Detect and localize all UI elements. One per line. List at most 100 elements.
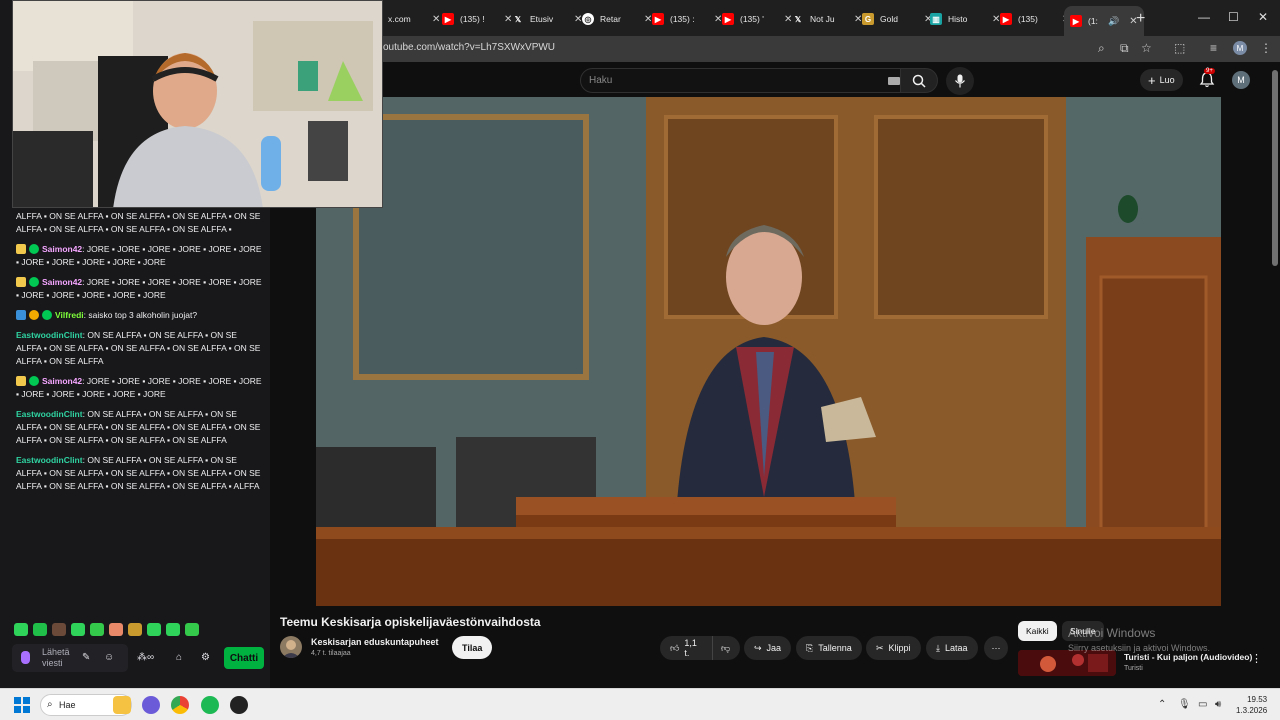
network-icon[interactable]: ▭ bbox=[1198, 699, 1207, 710]
share-button[interactable]: ↪ Jaa bbox=[744, 636, 792, 660]
taskbar-search-label: Hae bbox=[59, 700, 76, 710]
tab-10-active[interactable]: ▶ (1: 🔊 ✕ bbox=[1064, 6, 1144, 36]
chat-message-input[interactable]: Lähetä viesti ✎ ☺ bbox=[12, 644, 128, 672]
tab-6[interactable]: 𝕏 Not Ju ✕ bbox=[792, 8, 863, 30]
new-tab-button[interactable]: + bbox=[1136, 10, 1145, 28]
emoji-icon[interactable]: ☺ bbox=[104, 652, 114, 663]
keyboard-icon[interactable] bbox=[888, 77, 900, 85]
search-icon: ⌕ bbox=[47, 699, 53, 710]
emote-icon[interactable] bbox=[128, 623, 142, 636]
bits-icon[interactable] bbox=[21, 651, 30, 664]
channel-name[interactable]: Keskisarjan eduskuntapuheet bbox=[311, 637, 439, 647]
system-clock[interactable]: 19.53 1.3.2026 bbox=[1236, 694, 1267, 716]
chat-send-button[interactable]: Chatti bbox=[224, 647, 264, 669]
recommended-thumbnail[interactable] bbox=[1018, 650, 1116, 676]
subscriber-count: 4,7 t. tilaajaa bbox=[311, 650, 351, 657]
recommended-menu-icon[interactable]: ⋮ bbox=[1251, 652, 1262, 665]
maximize-icon[interactable]: ☐ bbox=[1228, 10, 1239, 24]
emote-icon[interactable] bbox=[52, 623, 66, 636]
more-actions-button[interactable]: ⋯ bbox=[984, 636, 1008, 660]
save-button[interactable]: ⎘ Tallenna bbox=[796, 636, 862, 660]
emote-icon[interactable] bbox=[147, 623, 161, 636]
chip-all[interactable]: Kaikki bbox=[1018, 621, 1057, 641]
tab-3[interactable]: ◎ Retar ✕ bbox=[582, 8, 652, 30]
chat-username[interactable]: EastwoodinClint bbox=[16, 330, 83, 340]
bookmark-star-icon[interactable]: ☆ bbox=[1141, 41, 1152, 55]
windows-start-icon[interactable] bbox=[14, 697, 30, 713]
browser-profile-avatar[interactable]: M bbox=[1233, 41, 1247, 55]
search-input[interactable]: Haku bbox=[580, 68, 907, 93]
spotify-icon[interactable] bbox=[201, 696, 219, 714]
channel-avatar[interactable] bbox=[280, 636, 302, 658]
subscribe-button[interactable]: Tilaa bbox=[452, 636, 493, 659]
emote-icon[interactable] bbox=[14, 623, 28, 636]
zoom-icon[interactable]: ⌕ bbox=[1098, 41, 1105, 56]
tab-label: (135) bbox=[1018, 14, 1038, 24]
store-icon[interactable]: ⌂ bbox=[176, 652, 182, 663]
file-explorer-icon[interactable] bbox=[113, 696, 131, 714]
youtube-icon: ▶ bbox=[652, 13, 664, 25]
clock-date: 1.3.2026 bbox=[1236, 706, 1268, 715]
emote-icon[interactable] bbox=[71, 623, 85, 636]
chat-username[interactable]: Saimon42 bbox=[42, 244, 82, 254]
channel-points-icon[interactable]: ⁂∞ bbox=[137, 652, 154, 663]
tab-5[interactable]: ▶ (135) ' ✕ bbox=[722, 8, 792, 30]
voice-search-button[interactable] bbox=[946, 67, 974, 95]
search-placeholder: Haku bbox=[589, 75, 613, 86]
tab-0[interactable]: x.com ✕ bbox=[388, 8, 440, 30]
clock-time: 19.53 bbox=[1247, 695, 1268, 704]
minimize-icon[interactable]: — bbox=[1198, 10, 1210, 24]
emote-icon[interactable] bbox=[109, 623, 123, 636]
tab-2[interactable]: 𝕏 Etusiv ✕ bbox=[512, 8, 583, 30]
tab-7[interactable]: G Gold ✕ bbox=[862, 8, 932, 30]
clip-label: Klippi bbox=[888, 643, 911, 653]
chat-username[interactable]: EastwoodinClint bbox=[16, 455, 83, 465]
extensions-icon[interactable]: ⬚ bbox=[1174, 41, 1185, 55]
tab-label: (135) ' bbox=[740, 14, 764, 24]
microphone-tray-icon[interactable]: 🎙︎ bbox=[1178, 699, 1191, 710]
search-button[interactable] bbox=[900, 68, 938, 93]
emote-bar bbox=[14, 623, 199, 636]
scrollbar-thumb[interactable] bbox=[1272, 70, 1278, 266]
volume-icon[interactable]: 🔊︎ bbox=[1215, 699, 1221, 710]
speaker-icon[interactable]: 🔊 bbox=[1108, 16, 1119, 27]
show-hidden-icons-icon[interactable]: ⌃ bbox=[1158, 699, 1166, 710]
tab-4[interactable]: ▶ (135) : ✕ bbox=[652, 8, 722, 30]
tab-label: Etusiv bbox=[530, 14, 554, 24]
dislike-button[interactable]: 👎︎ bbox=[712, 636, 740, 660]
media-control-icon[interactable]: ≡ bbox=[1210, 41, 1217, 55]
translate-icon[interactable]: ✎ bbox=[82, 652, 90, 663]
settings-gear-icon[interactable]: ⚙ bbox=[201, 652, 210, 663]
browser-menu-icon[interactable]: ⋮ bbox=[1260, 41, 1272, 55]
emote-icon[interactable] bbox=[166, 623, 180, 636]
windows-activation-title: Aktivoi Windows bbox=[1068, 626, 1156, 640]
discord-icon[interactable] bbox=[142, 696, 160, 714]
emote-icon[interactable] bbox=[185, 623, 199, 636]
emote-icon[interactable] bbox=[33, 623, 47, 636]
tab-8[interactable]: ▥ Histo ✕ bbox=[930, 8, 1000, 30]
like-button[interactable]: 👍︎ 1,1 t. bbox=[660, 636, 712, 660]
chat-message: Vilfredi: saisko top 3 alkoholin juojat? bbox=[16, 309, 262, 322]
chat-username[interactable]: Vilfredi bbox=[55, 310, 84, 320]
video-title: Teemu Keskisarja opiskelijaväestönvaihdo… bbox=[280, 615, 541, 629]
create-button[interactable]: + Luo bbox=[1140, 69, 1183, 91]
chat-username[interactable]: EastwoodinClint bbox=[16, 409, 83, 419]
chat-username[interactable]: Saimon42 bbox=[42, 277, 82, 287]
install-icon[interactable]: ⧉ bbox=[1120, 41, 1129, 56]
chrome-icon[interactable] bbox=[171, 696, 189, 714]
share-label: Jaa bbox=[766, 643, 782, 653]
recommended-title[interactable]: Turisti - Kui paljon (Audiovideo) bbox=[1124, 652, 1252, 662]
youtube-account-avatar[interactable]: M bbox=[1232, 71, 1250, 89]
close-icon[interactable]: ✕ bbox=[432, 14, 440, 25]
crown-badge-icon bbox=[16, 376, 26, 386]
download-button[interactable]: ⤓ Lataa bbox=[926, 636, 978, 660]
url-field[interactable]: outube.com/watch?v=Lh7SXWxVPWU bbox=[383, 42, 555, 53]
close-window-icon[interactable]: ✕ bbox=[1258, 10, 1268, 24]
clip-button[interactable]: ✂ Klippi bbox=[866, 636, 921, 660]
obs-icon[interactable] bbox=[230, 696, 248, 714]
video-player[interactable] bbox=[316, 97, 1221, 606]
emote-icon[interactable] bbox=[90, 623, 104, 636]
chat-username[interactable]: Saimon42 bbox=[42, 376, 82, 386]
tab-1[interactable]: ▶ (135) ! ✕ bbox=[442, 8, 512, 30]
tab-9[interactable]: ▶ (135) ✕ bbox=[1000, 8, 1070, 30]
